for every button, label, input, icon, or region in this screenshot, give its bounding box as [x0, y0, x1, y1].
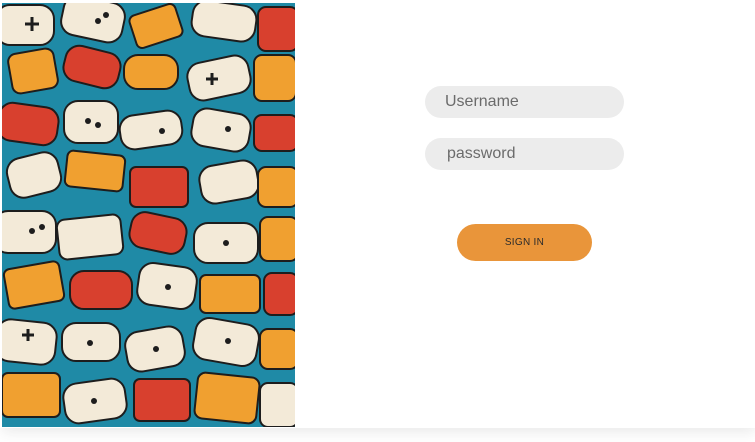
gamepad-collage-icon: [2, 3, 295, 427]
login-form: SIGN IN: [295, 0, 755, 428]
username-input[interactable]: [425, 86, 624, 118]
sign-in-button[interactable]: SIGN IN: [457, 224, 592, 261]
password-input[interactable]: [425, 138, 624, 170]
login-card: SIGN IN: [0, 0, 755, 428]
gamepad-collage-image: [2, 3, 295, 427]
